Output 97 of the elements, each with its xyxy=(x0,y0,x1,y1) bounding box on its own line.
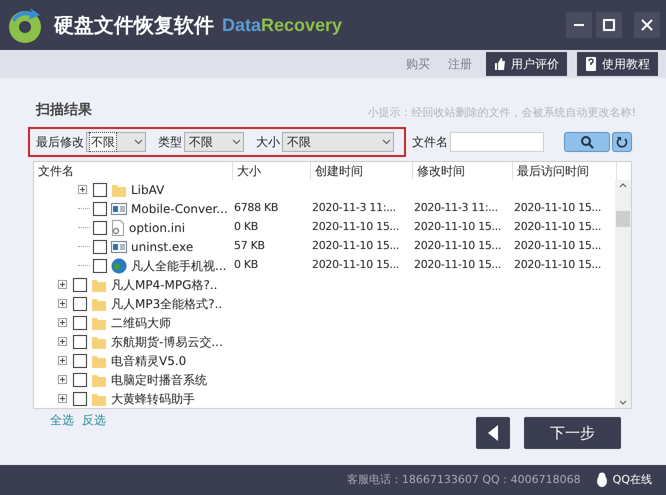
chevron-down-icon xyxy=(382,139,391,145)
file-name: 东航期货-博易云交... xyxy=(111,334,223,350)
contact-text: 客服电话：18667133607 QQ：4006718068 xyxy=(346,472,581,488)
created-time: 2020-11-10 15... xyxy=(311,238,400,254)
checkbox[interactable] xyxy=(73,296,87,310)
filter-dropdown[interactable]: 不限 xyxy=(184,132,244,152)
close-button[interactable] xyxy=(634,12,660,38)
checkbox[interactable] xyxy=(73,392,87,406)
thumbs-up-icon xyxy=(494,58,506,70)
search-icon xyxy=(580,135,594,149)
minimize-button[interactable] xyxy=(566,12,592,38)
checkbox[interactable] xyxy=(73,278,87,292)
triangle-left-icon xyxy=(488,425,498,441)
expand-toggle[interactable] xyxy=(58,394,67,403)
window-title: 硬盘文件恢复软件 xyxy=(54,12,214,39)
chevron-down-icon[interactable] xyxy=(619,400,627,406)
created-time: 2020-11-10 15... xyxy=(311,219,400,236)
expand-toggle[interactable] xyxy=(58,337,67,346)
window-file-icon xyxy=(111,240,127,254)
file-size: 57 KB xyxy=(233,238,266,254)
file-name: 电脑定时播音系统 xyxy=(111,372,207,388)
file-name: 凡人MP3全能格式?.. xyxy=(111,296,222,312)
column-header[interactable]: 修改时间 xyxy=(413,162,513,180)
expand-toggle[interactable] xyxy=(58,280,67,289)
checkbox[interactable] xyxy=(93,182,107,196)
file-name: Mobile-Conver... xyxy=(131,200,228,218)
modified-time: 2020-11-10 15... xyxy=(413,219,502,236)
maximize-button[interactable] xyxy=(596,12,622,38)
expand-toggle[interactable] xyxy=(58,375,67,384)
refresh-icon xyxy=(616,136,628,148)
created-time: 2020-11-3 11:... xyxy=(311,200,397,216)
modified-time: 2020-11-3 11:... xyxy=(413,200,499,216)
checkbox[interactable] xyxy=(93,258,107,272)
penguin-icon xyxy=(594,472,609,488)
refresh-button[interactable] xyxy=(612,132,632,152)
checkbox[interactable] xyxy=(73,334,87,348)
search-button[interactable] xyxy=(564,132,610,152)
toolbar-button[interactable]: 使用教程 xyxy=(577,52,658,76)
file-name: 大黄蜂转码助手 xyxy=(111,390,195,408)
file-name: 凡人MP4-MPG格?.. xyxy=(111,276,218,294)
file-name: LibAV xyxy=(131,182,164,198)
filter-label: 最后修改 xyxy=(36,134,84,151)
tip-text: 小提示：经回收站删除的文件，会被系统自动更改名称! xyxy=(368,104,636,120)
back-button[interactable] xyxy=(476,417,510,449)
expand-toggle[interactable] xyxy=(58,299,67,308)
scrollbar-thumb[interactable] xyxy=(616,211,630,227)
filter-dropdown[interactable]: 不限 xyxy=(282,132,394,152)
maximize-icon xyxy=(603,19,615,31)
file-name: uninst.exe xyxy=(131,238,194,256)
checkbox[interactable] xyxy=(73,372,87,386)
close-icon xyxy=(641,19,653,31)
file-size: 0 KB xyxy=(233,257,260,274)
section-title: 扫描结果 xyxy=(36,101,92,120)
filename-field[interactable] xyxy=(450,132,544,152)
settings-file-icon xyxy=(111,220,125,236)
chevron-up-icon[interactable] xyxy=(619,182,627,188)
chevron-down-icon xyxy=(134,139,143,145)
expand-toggle[interactable] xyxy=(58,318,67,327)
checkbox[interactable] xyxy=(93,202,107,216)
modified-time: 2020-11-10 15... xyxy=(413,257,502,274)
checkbox[interactable] xyxy=(73,354,87,368)
accessed-time: 2020-11-10 15... xyxy=(513,257,602,274)
filter-dropdown[interactable]: 不限 xyxy=(86,132,146,152)
created-time: 2020-11-10 15... xyxy=(311,257,400,274)
column-header[interactable]: 文件名 xyxy=(34,162,233,180)
filter-label: 大小 xyxy=(256,134,280,151)
expand-toggle[interactable] xyxy=(78,185,87,194)
column-header[interactable]: 大小 xyxy=(233,162,311,180)
checkbox[interactable] xyxy=(93,220,107,234)
brand-name: DataRecovery xyxy=(222,14,342,37)
select-link[interactable]: 反选 xyxy=(82,411,106,429)
filename-label: 文件名 xyxy=(412,134,448,151)
expand-toggle[interactable] xyxy=(58,356,67,365)
file-name: 凡人全能手机视... xyxy=(131,258,226,274)
chevron-down-icon xyxy=(232,139,241,145)
select-link[interactable]: 全选 xyxy=(50,411,74,429)
checkbox[interactable] xyxy=(93,240,107,254)
file-name: 二维码大师 xyxy=(111,314,171,332)
globe-icon xyxy=(111,258,127,274)
accessed-time: 2020-11-10 15... xyxy=(513,200,602,216)
file-size: 0 KB xyxy=(233,219,260,236)
file-size: 6788 KB xyxy=(233,200,280,216)
window-file-icon xyxy=(111,202,127,216)
help-book-icon xyxy=(585,57,597,71)
filter-label: 类型 xyxy=(158,134,182,151)
scrollbar[interactable] xyxy=(615,180,631,408)
checkbox[interactable] xyxy=(73,316,87,330)
next-button[interactable]: 下一步 xyxy=(524,417,621,449)
accessed-time: 2020-11-10 15... xyxy=(513,238,602,254)
modified-time: 2020-11-10 15... xyxy=(413,238,502,254)
column-header[interactable]: 创建时间 xyxy=(311,162,413,180)
toolbar-button[interactable]: 用户评价 xyxy=(486,52,567,76)
app-logo-icon xyxy=(6,6,44,44)
qq-online-link[interactable]: QQ在线 xyxy=(612,472,652,488)
file-name: option.ini xyxy=(129,220,186,236)
file-name: 电音精灵V5.0 xyxy=(111,352,186,370)
accessed-time: 2020-11-10 15... xyxy=(513,219,602,236)
